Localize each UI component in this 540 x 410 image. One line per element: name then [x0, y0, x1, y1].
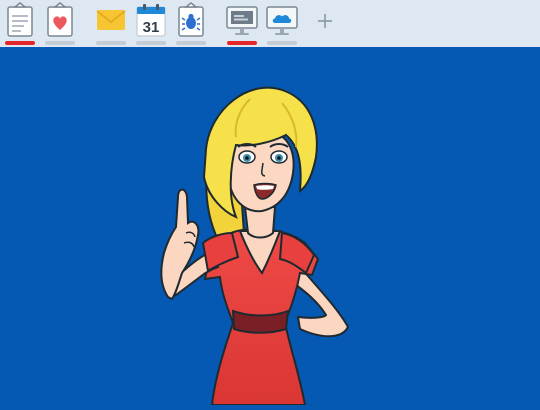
mail-tab[interactable]	[94, 2, 128, 46]
mail-icon	[96, 10, 126, 30]
monitor-cloud-icon	[266, 6, 298, 35]
desktop-tab[interactable]	[225, 2, 259, 46]
health-tab[interactable]	[43, 2, 77, 46]
stage	[0, 47, 540, 406]
tab-indicator	[5, 41, 35, 45]
tab-indicator	[45, 41, 75, 45]
clipboard-notes-icon	[7, 2, 33, 37]
clipboard-bug-icon	[178, 2, 204, 37]
cartoon-woman-illustration	[160, 86, 350, 406]
monitor-screen-icon	[226, 6, 258, 35]
plus-icon[interactable]	[312, 8, 338, 34]
notes-tab[interactable]	[3, 2, 37, 46]
tab-indicator	[176, 41, 206, 45]
calendar-tab[interactable]: 31	[134, 2, 168, 46]
clipboard-heart-icon	[47, 2, 73, 37]
calendar-icon: 31	[136, 4, 166, 37]
calendar-day-label: 31	[143, 19, 160, 36]
tab-indicator	[96, 41, 126, 45]
bug-report-tab[interactable]	[174, 2, 208, 46]
tab-indicator	[267, 41, 297, 45]
toolbar: 31	[0, 0, 540, 47]
cloud-desktop-tab[interactable]	[265, 2, 299, 46]
tab-indicator	[136, 41, 166, 45]
tab-indicator	[227, 41, 257, 45]
